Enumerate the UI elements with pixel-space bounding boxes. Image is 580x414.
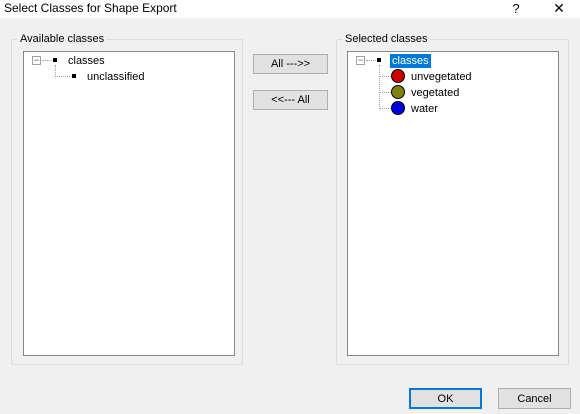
- class-color-icon: [391, 85, 405, 99]
- selected-classes-tree[interactable]: − classes unvegetated vegetated water: [347, 51, 559, 356]
- tree-connector: [379, 65, 380, 109]
- tree-item-unvegetated[interactable]: unvegetated: [411, 70, 472, 84]
- close-button[interactable]: ✕: [548, 0, 570, 18]
- help-button[interactable]: ?: [506, 0, 526, 18]
- tree-connector: [379, 108, 391, 109]
- tree-root-classes[interactable]: classes: [390, 54, 431, 68]
- tree-item-unclassified[interactable]: unclassified: [87, 70, 144, 84]
- cancel-button[interactable]: Cancel: [498, 388, 571, 409]
- tree-connector: [379, 76, 391, 77]
- node-icon: [72, 74, 76, 78]
- node-icon: [53, 58, 57, 62]
- tree-connector: [379, 92, 391, 93]
- tree-item-vegetated[interactable]: vegetated: [411, 86, 459, 100]
- tree-connector: [42, 60, 52, 61]
- collapse-icon[interactable]: −: [32, 56, 41, 65]
- tree-connector: [366, 60, 376, 61]
- class-color-icon: [391, 69, 405, 83]
- tree-root-classes[interactable]: classes: [68, 54, 105, 68]
- node-icon: [377, 58, 381, 62]
- tree-connector: [55, 76, 70, 77]
- move-all-right-button[interactable]: All --->>: [253, 54, 328, 74]
- selected-classes-label: Selected classes: [343, 33, 430, 45]
- ok-button[interactable]: OK: [409, 388, 482, 409]
- available-classes-label: Available classes: [18, 33, 107, 45]
- class-color-icon: [391, 101, 405, 115]
- dialog-window: Select Classes for Shape Export ? ✕ Avai…: [0, 0, 580, 414]
- available-classes-tree[interactable]: − classes unclassified: [23, 51, 235, 356]
- dialog-title: Select Classes for Shape Export: [4, 1, 177, 15]
- title-bar: Select Classes for Shape Export ? ✕: [0, 0, 580, 18]
- collapse-icon[interactable]: −: [356, 56, 365, 65]
- tree-item-water[interactable]: water: [411, 102, 438, 116]
- move-all-left-button[interactable]: <<--- All: [253, 90, 328, 110]
